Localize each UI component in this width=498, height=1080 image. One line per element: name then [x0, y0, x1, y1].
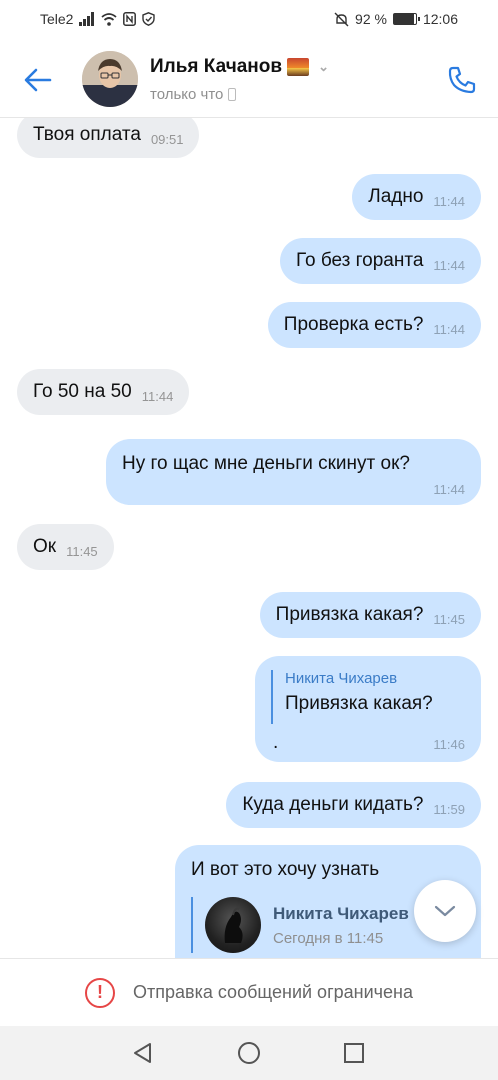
message-bubble-with-reply[interactable]: Никита Чихарев Привязка какая? . 11:46 [255, 656, 481, 762]
reply-quote[interactable]: Никита Чихарев Привязка какая? [271, 670, 433, 724]
message-time: 09:51 [150, 132, 184, 147]
message-bubble[interactable]: Ладно 11:44 [352, 174, 481, 220]
message-list[interactable]: Твоя оплата 09:51 Ладно 11:44 Го без горан… [0, 118, 498, 958]
contact-name[interactable]: Илья Качанов ⌄ [150, 56, 329, 78]
contact-avatar[interactable] [82, 51, 138, 107]
message-time: 11:44 [433, 482, 465, 497]
message-time: 11:46 [433, 737, 465, 752]
nav-home-button[interactable] [237, 1041, 261, 1065]
sunset-emoji-icon [287, 58, 310, 76]
mute-bell-icon [334, 12, 349, 26]
message-bubble[interactable]: Проверка есть? 11:44 [267, 302, 481, 348]
message-text: Привязка какая? [275, 604, 424, 625]
call-button[interactable] [444, 62, 480, 98]
message-time: 11:44 [433, 194, 465, 209]
message-time: 11:59 [433, 802, 465, 817]
signal-icon [79, 12, 95, 26]
nav-back-button[interactable] [131, 1041, 155, 1065]
message-text: Проверка есть? [283, 314, 424, 335]
contact-status: только что [150, 86, 237, 103]
status-bar: Tele2 92 % 12:06 [0, 0, 498, 40]
contact-name-text: Илья Качанов [150, 56, 283, 77]
message-text: Твоя оплата [33, 124, 141, 145]
forward-author: Никита Чихарев [273, 903, 409, 923]
nfc-icon [123, 12, 137, 26]
chat-header: Илья Качанов ⌄ только что [0, 40, 498, 118]
reply-text: Привязка какая? [285, 693, 433, 714]
phone-icon [448, 66, 476, 94]
wifi-icon [101, 13, 118, 26]
back-button[interactable] [20, 62, 56, 98]
forwarded-message[interactable]: Никита Чихарев Сегодня в 11:45 [191, 897, 409, 953]
message-bubble[interactable]: Го 50 на 50 11:44 [17, 369, 190, 415]
message-time: 11:45 [66, 544, 98, 559]
forward-avatar [205, 897, 261, 953]
circle-home-icon [238, 1042, 260, 1064]
scroll-down-button[interactable] [414, 880, 476, 942]
battery-icon [392, 13, 420, 25]
message-text: Ок [33, 536, 57, 557]
contact-status-text: только что [150, 86, 224, 103]
clock: 12:06 [422, 11, 458, 27]
restricted-text: Отправка сообщений ограничена [133, 982, 413, 1002]
message-text: Куда деньги кидать? [242, 794, 424, 815]
message-text: Го 50 на 50 [33, 381, 132, 402]
message-bubble[interactable]: Ну го щас мне деньги скинут ок? 11:44 [106, 439, 481, 505]
message-bubble[interactable]: Твоя оплата 09:51 [17, 118, 200, 158]
contact-avatar-image [82, 51, 138, 107]
message-bubble[interactable]: Ок 11:45 [17, 524, 114, 570]
message-bubble[interactable]: Го без горанта 11:44 [279, 238, 481, 284]
system-nav-bar [0, 1026, 498, 1080]
battery-percent: 92 % [355, 11, 387, 27]
message-time: 11:44 [433, 322, 465, 337]
message-bubble[interactable]: Привязка какая? 11:45 [259, 592, 481, 638]
triangle-back-icon [134, 1043, 151, 1063]
mobile-device-icon [228, 88, 237, 101]
battery-level-fill [393, 14, 415, 24]
chevron-down-icon[interactable]: ⌄ [318, 59, 329, 75]
message-time: 11:44 [433, 258, 465, 273]
reply-author: Никита Чихарев [285, 670, 398, 687]
message-time: 11:45 [433, 612, 465, 627]
arrow-left-icon [24, 68, 52, 92]
square-recents-icon [344, 1043, 364, 1063]
forward-date: Сегодня в 11:45 [273, 929, 384, 947]
warning-icon: ! [85, 977, 115, 1008]
message-text: . [273, 732, 279, 753]
carrier-label: Tele2 [40, 11, 74, 27]
message-bubble[interactable]: Куда деньги кидать? 11:59 [226, 782, 481, 828]
message-text: Ну го щас мне деньги скинут ок? [122, 453, 410, 474]
nav-recents-button[interactable] [342, 1041, 366, 1065]
message-text: И вот это хочу узнать [191, 859, 380, 880]
rooster-avatar-image [224, 907, 243, 943]
message-text: Ладно [368, 186, 424, 207]
message-time: 11:44 [141, 389, 174, 404]
chevron-down-icon [434, 905, 456, 917]
restricted-banner: ! Отправка сообщений ограничена [0, 958, 498, 1026]
shield-check-icon [142, 12, 156, 26]
message-text: Го без горанта [295, 250, 424, 271]
